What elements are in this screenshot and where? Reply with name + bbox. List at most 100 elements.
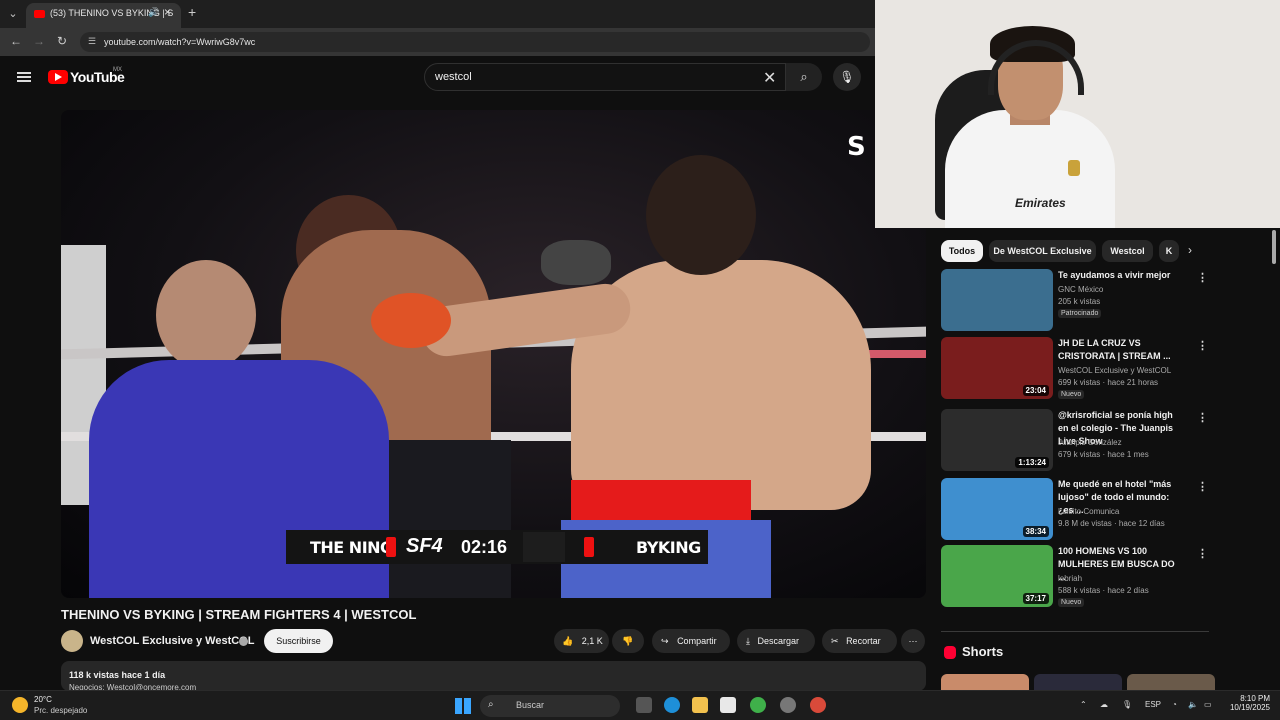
fighter-right-headgear [646, 155, 756, 275]
recommendation-channel[interactable]: Luisito Comunica [1058, 507, 1119, 516]
chip-westcol-exclusive[interactable]: De WestCOL Exclusive [989, 240, 1096, 262]
store-icon[interactable] [720, 697, 736, 713]
file-explorer-icon[interactable] [692, 697, 708, 713]
scrollbar[interactable] [1272, 230, 1276, 264]
chip-all[interactable]: Todos [941, 240, 983, 262]
video-thumbnail[interactable] [941, 269, 1053, 331]
video-duration: 1:13:24 [1015, 457, 1049, 468]
more-options-icon[interactable]: ⋮ [1197, 271, 1208, 284]
mic-tray-icon[interactable]: 🎙 [1122, 700, 1132, 709]
chevron-right-icon[interactable]: › [1188, 243, 1192, 257]
chevron-up-icon[interactable]: ⌃ [1080, 700, 1087, 709]
video-thumbnail[interactable]: 23:04 [941, 337, 1053, 399]
like-button[interactable]: 👍 2,1 K [554, 629, 609, 653]
fighter-left-shorts [371, 440, 511, 598]
share-button[interactable]: ↪ Compartir [652, 629, 730, 653]
channel-avatar[interactable] [61, 630, 83, 652]
recommendation-item[interactable]: 23:04 JH DE LA CRUZ VS CRISTORATA | STREA… [941, 337, 1211, 401]
task-view-icon[interactable] [636, 697, 652, 713]
close-tab-icon[interactable]: × [164, 5, 171, 19]
clear-search-icon[interactable]: ✕ [763, 68, 776, 88]
taskbar-search[interactable]: ⌕ Buscar [480, 695, 620, 717]
recommendation-item[interactable]: 1:13:24 @krisroficial se ponía high en el… [941, 409, 1211, 473]
video-thumbnail[interactable]: 38:34 [941, 478, 1053, 540]
windows-start-icon[interactable] [455, 698, 471, 714]
chip-westcol[interactable]: Westcol [1102, 240, 1153, 262]
menu-icon[interactable] [17, 72, 31, 82]
clock[interactable]: 8:10 PM 10/19/2025 [1224, 694, 1270, 712]
tab-search-icon[interactable]: ⌄ [4, 5, 22, 23]
more-options-icon[interactable]: ⋮ [1197, 480, 1208, 493]
wifi-icon[interactable]: ◔ [1172, 700, 1177, 709]
short-thumbnail[interactable] [1127, 674, 1215, 690]
search-button[interactable]: ⌕ [786, 63, 822, 91]
scissors-icon: ✂ [831, 636, 839, 646]
speaker-icon[interactable]: 🔊 [148, 7, 159, 18]
site-info-icon[interactable]: ☰ [88, 36, 96, 47]
recommendation-title[interactable]: JH DE LA CRUZ VS CRISTORATA | STREAM ... [1058, 337, 1183, 363]
recommendation-channel[interactable]: lebriah [1058, 574, 1082, 583]
chip-more[interactable]: K [1159, 240, 1179, 262]
video-title: THENINO VS BYKING | STREAM FIGHTERS 4 | … [61, 607, 417, 622]
subscribe-button[interactable]: Suscribirse [264, 629, 333, 653]
recommendation-views: 699 k vistas · hace 21 horas [1058, 378, 1159, 387]
fight-scoreboard: THE NINO SF4 02:16 BYKING [286, 530, 708, 564]
more-actions-icon[interactable]: ⋯ [901, 629, 925, 653]
video-player[interactable]: S THE NINO SF4 02:16 BYKING [61, 110, 926, 598]
edge-icon[interactable] [664, 697, 680, 713]
divider [941, 631, 1209, 632]
description-box[interactable]: 118 k vistas hace 1 día Negocios: Westco… [61, 661, 926, 692]
temperature[interactable]: 20°C [34, 695, 52, 704]
url-field[interactable]: ☰ youtube.com/watch?v=WwriwG8v7wc [80, 32, 870, 52]
language-indicator[interactable]: ESP [1145, 700, 1161, 709]
microphone-icon[interactable]: 🎙 [833, 63, 861, 91]
recommendation-channel[interactable]: GNC México [1058, 285, 1103, 294]
more-options-icon[interactable]: ⋮ [1197, 339, 1208, 352]
recommendation-badge: Nuevo [1058, 598, 1085, 607]
download-label: Descargar [757, 636, 800, 646]
windows-taskbar: 20°C Prc. despejado ⌕ Buscar ⌃ ☁ 🎙 ESP ◔… [0, 690, 1280, 720]
red-marker [584, 537, 594, 557]
more-options-icon[interactable]: ⋮ [1197, 411, 1208, 424]
search-input[interactable]: westcol ✕ [424, 63, 786, 91]
clip-button[interactable]: ✂ Recortar [822, 629, 897, 653]
channel-name[interactable]: WestCOL Exclusive y WestCOL [90, 635, 254, 647]
recommendation-channel[interactable]: Juanpis González [1058, 438, 1122, 447]
video-thumbnail[interactable]: 1:13:24 [941, 409, 1053, 471]
new-tab-icon[interactable]: + [188, 4, 196, 20]
more-options-icon[interactable]: ⋮ [1197, 547, 1208, 560]
chrome-active-icon[interactable] [810, 697, 826, 713]
forward-icon[interactable]: → [33, 34, 45, 48]
back-icon[interactable]: ← [10, 34, 22, 48]
settings-icon[interactable] [780, 697, 796, 713]
recommendation-views: 205 k vistas [1058, 297, 1101, 306]
recommendation-item[interactable]: 37:17 100 HOMENS VS 100 MULHERES EM BUSCA… [941, 545, 1211, 609]
short-thumbnail[interactable] [1034, 674, 1122, 690]
recommendation-item[interactable]: Te ayudamos a vivir mejor GNC México 205 k… [941, 269, 1211, 333]
browser-tab[interactable]: (53) THENINO VS BYKING | S 🔊 × [26, 3, 181, 28]
video-thumbnail[interactable]: 37:17 [941, 545, 1053, 607]
recommendation-channel[interactable]: WestCOL Exclusive y WestCOL [1058, 366, 1171, 375]
onedrive-icon[interactable]: ☁ [1100, 700, 1108, 709]
share-label: Compartir [677, 636, 717, 646]
orange-glove [371, 293, 451, 348]
short-thumbnail[interactable] [941, 674, 1029, 690]
download-button[interactable]: ⤓ Descargar [737, 629, 815, 653]
weather-icon[interactable] [12, 697, 28, 713]
recommendation-title[interactable]: Te ayudamos a vivir mejor [1058, 269, 1183, 282]
chrome-icon[interactable] [750, 697, 766, 713]
overlay-logo: S [847, 132, 866, 162]
thumbs-up-icon: 👍 [562, 636, 574, 646]
volume-icon[interactable]: 🔈 [1188, 700, 1198, 709]
recommendation-badge: Nuevo [1058, 390, 1085, 399]
reload-icon[interactable]: ↻ [57, 34, 67, 48]
battery-icon[interactable]: ▭ [1204, 700, 1212, 709]
recommendations-panel: Todos De WestCOL Exclusive Westcol K › T… [926, 228, 1280, 690]
video-duration: 38:34 [1022, 526, 1049, 537]
recommendation-item[interactable]: 38:34 Me quedé en el hotel "más lujoso" d… [941, 478, 1211, 542]
url-text: youtube.com/watch?v=WwriwG8v7wc [104, 37, 256, 47]
round-indicator [523, 532, 565, 562]
dislike-button[interactable]: 👎 [612, 629, 644, 653]
youtube-logo-icon[interactable] [48, 70, 68, 84]
weather-condition[interactable]: Prc. despejado [34, 706, 87, 715]
